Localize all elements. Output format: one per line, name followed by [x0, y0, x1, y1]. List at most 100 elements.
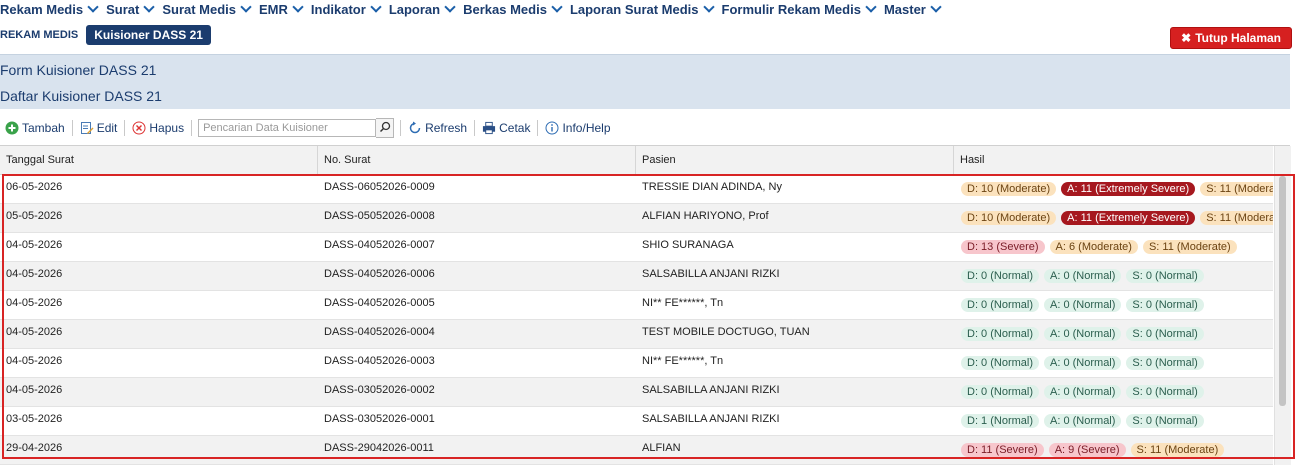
chevron-down-icon: [240, 1, 252, 13]
close-page-button[interactable]: ✖ Tutup Halaman: [1170, 27, 1292, 49]
result-badge-moderate: A: 6 (Moderate): [1049, 240, 1138, 254]
result-badge-moderate: S: 11 (Moderate): [1130, 443, 1225, 457]
result-badge-moderate: S: 11 (Moderate): [1200, 182, 1273, 196]
search-box: [198, 118, 395, 138]
table-row[interactable]: 29-04-2026 DASS-29042026-0011 ALFIAN D: 11 …: [0, 436, 1273, 465]
printer-icon: [482, 121, 496, 135]
cell-date: 05-05-2026: [6, 210, 63, 222]
close-page-label: Tutup Halaman: [1195, 31, 1281, 45]
menu-item-rekam-medis[interactable]: Rekam Medis: [0, 1, 99, 17]
table-row[interactable]: 04-05-2026 DASS-04052026-0006 SALSABILLA A…: [0, 262, 1273, 291]
table-row[interactable]: 04-05-2026 DASS-04052026-0007 SHIO SURANAG…: [0, 233, 1273, 262]
result-badge-extreme: A: 11 (Extremely Severe): [1061, 211, 1196, 225]
breadcrumb-active-tab[interactable]: Kuisioner DASS 21: [86, 25, 211, 45]
table-row[interactable]: 04-05-2026 DASS-04052026-0005 NI** FE*****…: [0, 291, 1273, 320]
chevron-down-icon: [143, 1, 155, 13]
table-row[interactable]: 04-05-2026 DASS-04052026-0003 NI** FE*****…: [0, 349, 1273, 378]
vertical-scrollbar[interactable]: [1274, 146, 1291, 465]
menu-item-emr[interactable]: EMR: [259, 1, 304, 17]
grid-header: Tanggal Surat No. Surat Pasien Hasil: [0, 146, 1273, 175]
result-badge-normal: S: 0 (Normal): [1126, 414, 1204, 428]
print-button[interactable]: Cetak: [477, 121, 535, 135]
chevron-down-icon: [551, 1, 563, 13]
cell-hasil: D: 0 (Normal) A: 0 (Normal) S: 0 (Normal): [954, 320, 1273, 348]
column-header-hasil[interactable]: Hasil: [954, 146, 1273, 174]
refresh-button[interactable]: Refresh: [403, 121, 472, 135]
cell-no-surat: DASS-04052026-0005: [324, 297, 435, 309]
result-badge-normal: A: 0 (Normal): [1044, 414, 1122, 428]
menu-item-label: Rekam Medis: [0, 1, 84, 17]
toolbar: Tambah Edit Hapus Refresh Cetak: [0, 115, 1290, 141]
column-header-no[interactable]: No. Surat: [318, 146, 636, 174]
column-header-pasien[interactable]: Pasien: [636, 146, 954, 174]
result-badge-moderate: S: 11 (Moderate): [1142, 240, 1237, 254]
cell-pasien: SHIO SURANAGA: [642, 239, 734, 251]
search-icon: [379, 121, 391, 136]
toolbar-separator: [71, 120, 73, 136]
menu-item-laporan[interactable]: Laporan: [389, 1, 456, 17]
menu-item-label: Laporan Surat Medis: [569, 1, 699, 17]
table-row[interactable]: 04-05-2026 DASS-04052026-0004 TEST MOBILE …: [0, 320, 1273, 349]
result-badge-normal: A: 0 (Normal): [1044, 298, 1122, 312]
chevron-down-icon: [444, 1, 456, 13]
menu-item-surat-medis[interactable]: Surat Medis: [162, 1, 252, 17]
menu-item-indikator[interactable]: Indikator: [310, 1, 382, 17]
edit-button[interactable]: Edit: [75, 121, 123, 135]
result-badge-normal: D: 0 (Normal): [961, 385, 1040, 399]
menu-item-label: Indikator: [310, 1, 366, 17]
cell-date: 04-05-2026: [6, 355, 63, 367]
cell-pasien: SALSABILLA ANJANI RIZKI: [642, 413, 780, 425]
table-row[interactable]: 05-05-2026 DASS-05052026-0008 ALFIAN HARIY…: [0, 204, 1273, 233]
chevron-down-icon: [292, 1, 304, 13]
menu-item-master[interactable]: Master: [884, 1, 942, 17]
result-badge-normal: S: 0 (Normal): [1126, 269, 1204, 283]
cell-no-surat: DASS-04052026-0007: [324, 239, 435, 251]
cell-pasien: TRESSIE DIAN ADINDA, Ny: [642, 181, 782, 193]
cell-hasil: D: 10 (Moderate) A: 11 (Extremely Severe)…: [954, 204, 1273, 232]
scrollbar-thumb[interactable]: [1279, 176, 1286, 406]
search-input[interactable]: [198, 119, 377, 137]
menu-item-label: Berkas Medis: [463, 1, 547, 17]
menu-item-surat[interactable]: Surat: [106, 1, 155, 17]
cell-hasil: D: 0 (Normal) A: 0 (Normal) S: 0 (Normal): [954, 291, 1273, 319]
chevron-down-icon: [87, 1, 99, 13]
cell-hasil: D: 0 (Normal) A: 0 (Normal) S: 0 (Normal): [954, 378, 1273, 406]
delete-button[interactable]: Hapus: [127, 121, 189, 135]
menu-item-berkas-medis[interactable]: Berkas Medis: [463, 1, 563, 17]
delete-circle-icon: [132, 121, 146, 135]
cell-hasil: D: 10 (Moderate) A: 11 (Extremely Severe)…: [954, 175, 1273, 203]
breadcrumb-section[interactable]: REKAM MEDIS: [0, 29, 78, 41]
result-badge-extreme: A: 11 (Extremely Severe): [1061, 182, 1196, 196]
cell-hasil: D: 11 (Severe) A: 9 (Severe) S: 11 (Modera…: [954, 436, 1273, 464]
result-badge-normal: A: 0 (Normal): [1044, 327, 1122, 341]
cell-no-surat: DASS-04052026-0004: [324, 326, 435, 338]
menu-item-laporan-surat-medis[interactable]: Laporan Surat Medis: [569, 1, 715, 17]
cell-date: 03-05-2026: [6, 413, 63, 425]
help-button[interactable]: Info/Help: [540, 121, 615, 135]
data-grid: Tanggal Surat No. Surat Pasien Hasil 06-…: [0, 145, 1291, 465]
cell-date: 04-05-2026: [6, 239, 63, 251]
search-button[interactable]: [376, 118, 395, 138]
result-badge-moderate: S: 11 (Moderate): [1200, 211, 1273, 225]
result-badge-severe: A: 9 (Severe): [1048, 443, 1126, 457]
cell-pasien: SALSABILLA ANJANI RIZKI: [642, 384, 780, 396]
chevron-down-icon: [370, 1, 382, 13]
cell-date: 04-05-2026: [6, 384, 63, 396]
table-row[interactable]: 03-05-2026 DASS-03052026-0001 SALSABILLA A…: [0, 407, 1273, 436]
cell-date: 04-05-2026: [6, 268, 63, 280]
chevron-down-icon: [865, 1, 877, 13]
add-button[interactable]: Tambah: [0, 121, 70, 135]
cell-date: 04-05-2026: [6, 326, 63, 338]
print-label: Cetak: [499, 121, 531, 135]
add-label: Tambah: [22, 121, 65, 135]
chevron-down-icon: [702, 1, 715, 13]
table-row[interactable]: 06-05-2026 DASS-06052026-0009 TRESSIE DIAN…: [0, 175, 1273, 204]
result-badge-normal: D: 0 (Normal): [961, 298, 1040, 312]
column-header-date[interactable]: Tanggal Surat: [0, 146, 318, 174]
result-badge-severe: D: 11 (Severe): [961, 443, 1044, 457]
menu-item-formulir-rekam-medis[interactable]: Formulir Rekam Medis: [721, 1, 877, 17]
list-title: Daftar Kuisioner DASS 21: [0, 88, 162, 104]
menu-item-label: Surat: [106, 1, 140, 17]
menu-item-label: Formulir Rekam Medis: [721, 1, 861, 17]
table-row[interactable]: 04-05-2026 DASS-03052026-0002 SALSABILLA A…: [0, 378, 1273, 407]
